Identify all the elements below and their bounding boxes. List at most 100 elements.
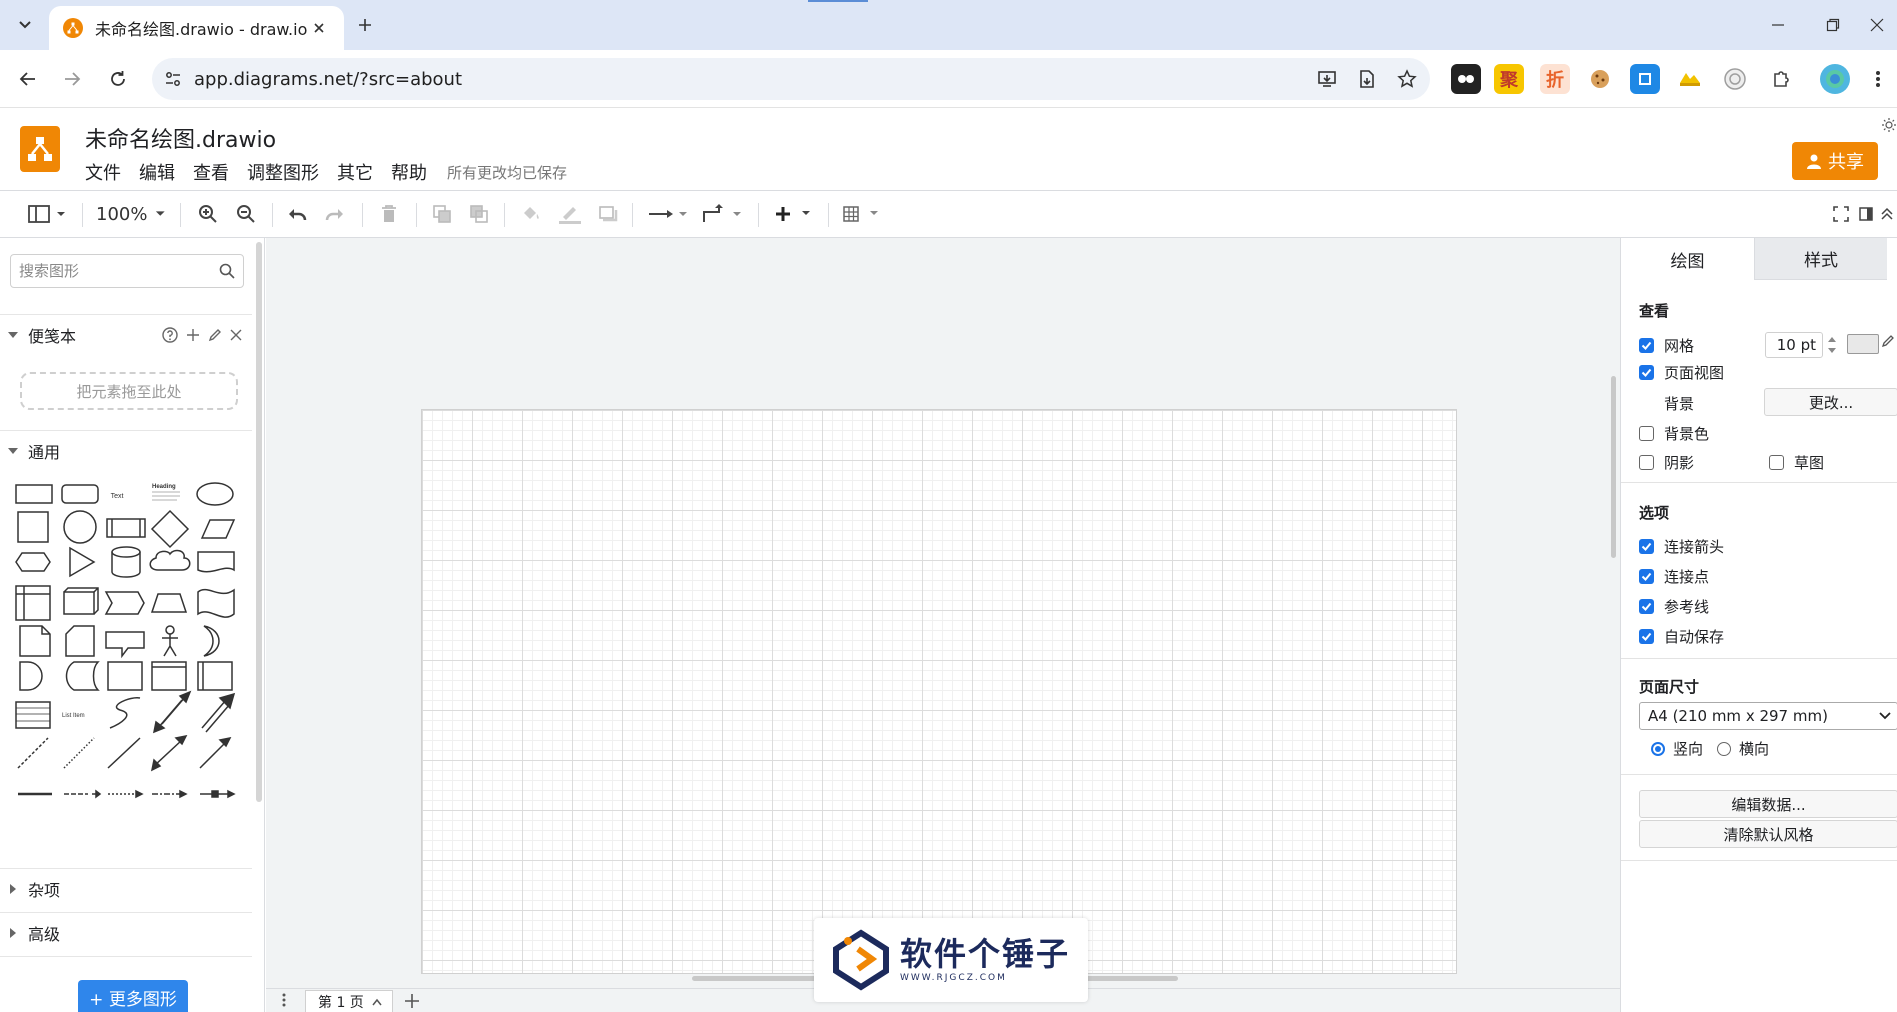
shape-triangle[interactable] (69, 546, 96, 578)
grid-checkbox[interactable] (1639, 338, 1654, 353)
shape-ellipse[interactable] (196, 482, 234, 506)
shadow-icon[interactable] (596, 199, 620, 229)
misc-section-header[interactable]: 杂项 (0, 868, 252, 908)
portrait-radio[interactable] (1651, 741, 1665, 756)
to-front-icon[interactable] (430, 199, 454, 229)
url-text[interactable]: app.diagrams.net/?src=about (194, 69, 1310, 90)
minimize-icon[interactable] (1755, 10, 1801, 40)
back-icon[interactable] (12, 63, 44, 95)
guides-option[interactable]: 参考线 (1639, 596, 1709, 617)
tab-close-icon[interactable] (308, 17, 330, 39)
shape-circle[interactable] (63, 510, 97, 544)
shape-tape[interactable] (197, 588, 235, 618)
shape-or[interactable] (203, 625, 220, 657)
zoom-out-icon[interactable] (234, 199, 258, 229)
guides-checkbox[interactable] (1639, 599, 1654, 614)
shape-rounded-rectangle[interactable] (61, 484, 99, 504)
shape-trapezoid[interactable] (150, 593, 188, 613)
scratchpad-header[interactable]: 便笺本 (0, 314, 252, 354)
menu-extras[interactable]: 其它 (337, 159, 373, 185)
shape-vertical-container[interactable] (197, 661, 233, 691)
waypoints-button[interactable] (700, 199, 744, 229)
shape-card[interactable] (65, 625, 95, 657)
edit-color-icon[interactable] (1881, 334, 1895, 348)
redo-icon[interactable] (323, 199, 347, 229)
shadow-checkbox[interactable] (1639, 455, 1654, 470)
connection-arrows-checkbox[interactable] (1639, 539, 1654, 554)
scratchpad-dropzone[interactable]: 把元素拖至此处 (20, 372, 238, 410)
zhe-extension-icon[interactable]: 折 (1540, 64, 1570, 94)
tampermonkey-icon[interactable] (1451, 64, 1481, 94)
shape-bidirectional-arrow[interactable] (152, 690, 192, 734)
grid-option[interactable]: 网格 (1639, 335, 1694, 356)
shape-swimlane[interactable] (151, 661, 187, 691)
fullscreen-icon[interactable] (1830, 199, 1852, 229)
shape-text[interactable]: Text (111, 493, 124, 500)
shape-actor[interactable] (162, 625, 178, 657)
delete-icon[interactable] (377, 199, 401, 229)
shape-square[interactable] (17, 511, 49, 543)
insert-button[interactable] (772, 199, 816, 229)
menu-file[interactable]: 文件 (85, 159, 121, 185)
shape-diamond[interactable] (150, 509, 190, 549)
cookie-icon[interactable] (1585, 64, 1615, 94)
zoom-in-icon[interactable] (196, 199, 220, 229)
shape-search-input[interactable] (19, 262, 219, 280)
autosave-option[interactable]: 自动保存 (1639, 626, 1724, 647)
document-title[interactable]: 未命名绘图.drawio (85, 122, 276, 154)
search-icon[interactable] (219, 263, 235, 279)
shape-cloud[interactable] (149, 549, 191, 571)
pages-menu-icon[interactable] (282, 993, 286, 1007)
menu-arrange[interactable]: 调整图形 (247, 159, 319, 185)
save-status[interactable]: 所有更改均已保存 (447, 162, 567, 183)
landscape-option[interactable]: 横向 (1717, 738, 1769, 759)
zoom-dropdown[interactable]: 100% (96, 199, 166, 229)
format-panel-toggle-icon[interactable] (1856, 199, 1876, 229)
table-button[interactable] (840, 199, 884, 229)
restore-icon[interactable] (1810, 10, 1856, 40)
page-size-select[interactable]: A4 (210 mm x 297 mm) (1639, 702, 1897, 730)
shape-connector-3[interactable] (152, 789, 188, 799)
diagram-page[interactable] (421, 409, 1457, 974)
page-view-checkbox[interactable] (1639, 365, 1654, 380)
grid-color-swatch[interactable] (1847, 334, 1879, 354)
shape-step[interactable] (104, 591, 145, 615)
shape-process[interactable] (106, 518, 146, 538)
sketch-checkbox[interactable] (1769, 455, 1784, 470)
canvas-vertical-scrollbar[interactable] (1611, 376, 1616, 558)
connection-arrows-option[interactable]: 连接箭头 (1639, 536, 1724, 557)
address-bar[interactable]: app.diagrams.net/?src=about (152, 58, 1430, 100)
shape-container[interactable] (107, 661, 143, 691)
portrait-option[interactable]: 竖向 (1651, 738, 1703, 759)
edit-data-button[interactable]: 编辑数据... (1639, 790, 1897, 818)
shadow-option[interactable]: 阴影 (1639, 452, 1694, 473)
grid-size-stepper[interactable] (1826, 332, 1838, 358)
shape-list[interactable] (15, 701, 51, 729)
tab-style[interactable]: 样式 (1754, 238, 1887, 280)
connection-points-option[interactable]: 连接点 (1639, 566, 1709, 587)
ju-extension-icon[interactable]: 聚 (1494, 64, 1524, 94)
yellow-extension-icon[interactable] (1675, 64, 1705, 94)
shape-list-item[interactable]: List Item (62, 713, 85, 719)
shape-line[interactable] (107, 737, 141, 769)
general-section-header[interactable]: 通用 (0, 430, 252, 470)
shape-callout[interactable] (105, 631, 145, 659)
advanced-section-header[interactable]: 高级 (0, 912, 252, 952)
to-back-icon[interactable] (467, 199, 491, 229)
shape-delay[interactable] (19, 661, 43, 691)
share-button[interactable]: 共享 (1792, 142, 1878, 180)
edit-pencil-icon[interactable] (208, 328, 222, 342)
shape-arrow[interactable] (201, 692, 236, 733)
shape-cylinder[interactable] (111, 546, 141, 578)
close-window-icon[interactable] (1856, 10, 1897, 40)
profile-avatar-icon[interactable] (1820, 64, 1850, 94)
menu-edit[interactable]: 编辑 (139, 159, 175, 185)
collapse-toolbar-icon[interactable] (1878, 199, 1896, 229)
shape-parallelogram[interactable] (200, 519, 236, 539)
shape-dashed-line[interactable] (17, 737, 49, 769)
site-settings-icon[interactable] (164, 70, 182, 88)
connection-style-button[interactable] (646, 199, 690, 229)
shape-textbox[interactable]: Heading (152, 484, 180, 501)
line-color-icon[interactable] (555, 199, 585, 229)
reload-icon[interactable] (102, 63, 134, 95)
